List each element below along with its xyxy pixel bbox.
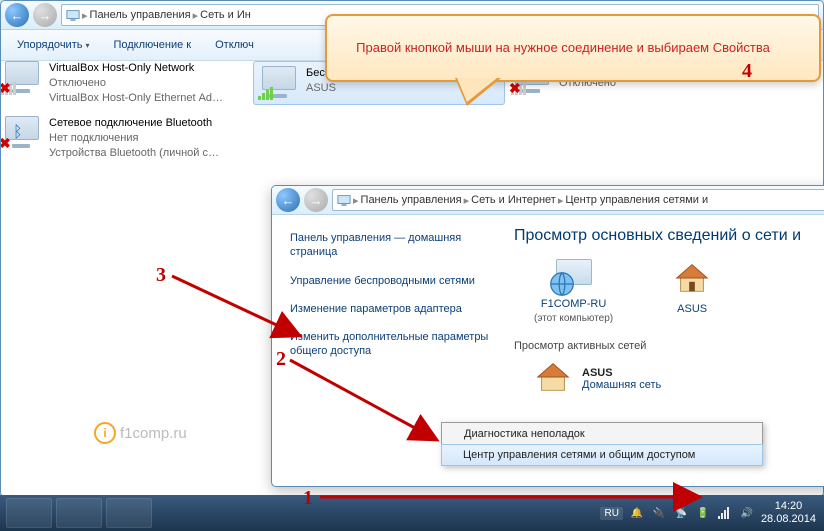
- connection-item[interactable]: ✖ VirtualBox Host-Only NetworkОтключеноVi…: [1, 61, 251, 106]
- sub-nav-fwd[interactable]: →: [304, 188, 328, 212]
- tray-icon[interactable]: 📡: [673, 505, 689, 521]
- sub-address-bar[interactable]: ▸ Панель управления ▸ Сеть и Интернет ▸ …: [332, 189, 824, 211]
- sub-nav-back[interactable]: ←: [276, 188, 300, 212]
- network-adapter-icon: ᛒ✖: [1, 116, 41, 150]
- time: 14:20: [761, 500, 816, 513]
- pc-name: F1COMP-RU: [541, 298, 606, 310]
- tray-icon[interactable]: 🔔: [629, 505, 645, 521]
- globe-icon: [547, 269, 577, 299]
- clock[interactable]: 14:20 28.08.2014: [761, 500, 816, 526]
- side-link-2[interactable]: Изменение параметров адаптера: [290, 302, 490, 316]
- taskbar-app-2[interactable]: [56, 498, 102, 528]
- panel-heading: Просмотр основных сведений о сети и: [514, 227, 824, 245]
- sub-breadcrumb-0[interactable]: Панель управления: [361, 194, 462, 206]
- nav-forward-button[interactable]: →: [33, 3, 57, 27]
- step-number-2: 2: [276, 348, 286, 371]
- tray-icon[interactable]: 🔌: [651, 505, 667, 521]
- step-number-4: 4: [742, 60, 752, 83]
- this-pc-node[interactable]: F1COMP-RU (этот компьютер): [534, 259, 613, 324]
- active-net-type[interactable]: Домашняя сеть: [582, 379, 661, 391]
- pc-sub: (этот компьютер): [534, 313, 613, 324]
- tray-volume-icon[interactable]: 🔊: [739, 505, 755, 521]
- ctx-network-center[interactable]: Центр управления сетями и общим доступом: [441, 444, 763, 466]
- step-number-3: 3: [156, 264, 166, 287]
- net-name: ASUS: [677, 303, 707, 315]
- active-networks-label: Просмотр активных сетей: [514, 340, 824, 352]
- toolbar-organize[interactable]: Упорядочить▾: [9, 35, 97, 55]
- breadcrumb-root[interactable]: Панель управления: [90, 9, 191, 21]
- side-link-3[interactable]: Изменить дополнительные параметры общего…: [290, 330, 490, 359]
- info-icon: i: [94, 422, 116, 444]
- system-tray: RU 🔔 🔌 📡 🔋 🔊 14:20 28.08.2014: [600, 500, 824, 526]
- breadcrumb-sep: ▸: [82, 9, 88, 22]
- network-adapter-icon: [258, 66, 298, 100]
- sub-breadcrumb-1[interactable]: Сеть и Интернет: [471, 194, 556, 206]
- taskbar: RU 🔔 🔌 📡 🔋 🔊 14:20 28.08.2014: [0, 495, 824, 531]
- house-icon: [673, 259, 711, 300]
- step-number-1: 1: [303, 487, 313, 510]
- watermark-text: f1comp.ru: [120, 425, 187, 442]
- active-net-name: ASUS: [582, 367, 661, 379]
- tray-network-icon[interactable]: [717, 505, 733, 521]
- ctx-diagnose[interactable]: Диагностика неполадок: [442, 423, 762, 445]
- connection-status: Нет подключения: [49, 131, 219, 146]
- connection-device: VirtualBox Host-Only Ethernet Аd…: [49, 91, 223, 106]
- taskbar-app-1[interactable]: [6, 498, 52, 528]
- breadcrumb-section[interactable]: Сеть и Ин: [200, 9, 251, 21]
- sub-breadcrumb-2[interactable]: Центр управления сетями и: [565, 194, 708, 206]
- connection-title: VirtualBox Host-Only Network: [49, 61, 223, 76]
- toolbar-connect[interactable]: Подключение к: [105, 35, 199, 55]
- control-panel-icon: [66, 8, 80, 22]
- tray-icon[interactable]: 🔋: [695, 505, 711, 521]
- network-node[interactable]: ASUS: [673, 259, 711, 315]
- side-link-1[interactable]: Управление беспроводными сетями: [290, 274, 490, 288]
- taskbar-app-3[interactable]: [106, 498, 152, 528]
- active-network-item[interactable]: ASUS Домашняя сеть: [534, 358, 824, 399]
- connection-item[interactable]: ᛒ✖ Сетевое подключение BluetoothНет подкл…: [1, 116, 251, 161]
- connection-status: Отключено: [49, 76, 223, 91]
- house-icon: [534, 358, 572, 399]
- control-panel-icon: [337, 193, 351, 207]
- side-link-0[interactable]: Панель управления — домашняя страница: [290, 231, 490, 260]
- sub-titlebar: ← → ▸ Панель управления ▸ Сеть и Интерне…: [272, 186, 824, 215]
- callout-text: Правой кнопкой мыши на нужное соединение…: [356, 39, 770, 57]
- nav-back-button[interactable]: ←: [5, 3, 29, 27]
- tray-context-menu: Диагностика неполадок Центр управления с…: [441, 422, 763, 466]
- toolbar-disable[interactable]: Отключ: [207, 35, 262, 55]
- date: 28.08.2014: [761, 513, 816, 526]
- watermark: i f1comp.ru: [94, 422, 187, 444]
- lang-indicator[interactable]: RU: [600, 507, 622, 520]
- connection-device: Устройства Bluetooth (личной с…: [49, 146, 219, 161]
- network-adapter-icon: ✖: [1, 61, 41, 95]
- connection-title: Сетевое подключение Bluetooth: [49, 116, 219, 131]
- computer-icon: [553, 259, 595, 295]
